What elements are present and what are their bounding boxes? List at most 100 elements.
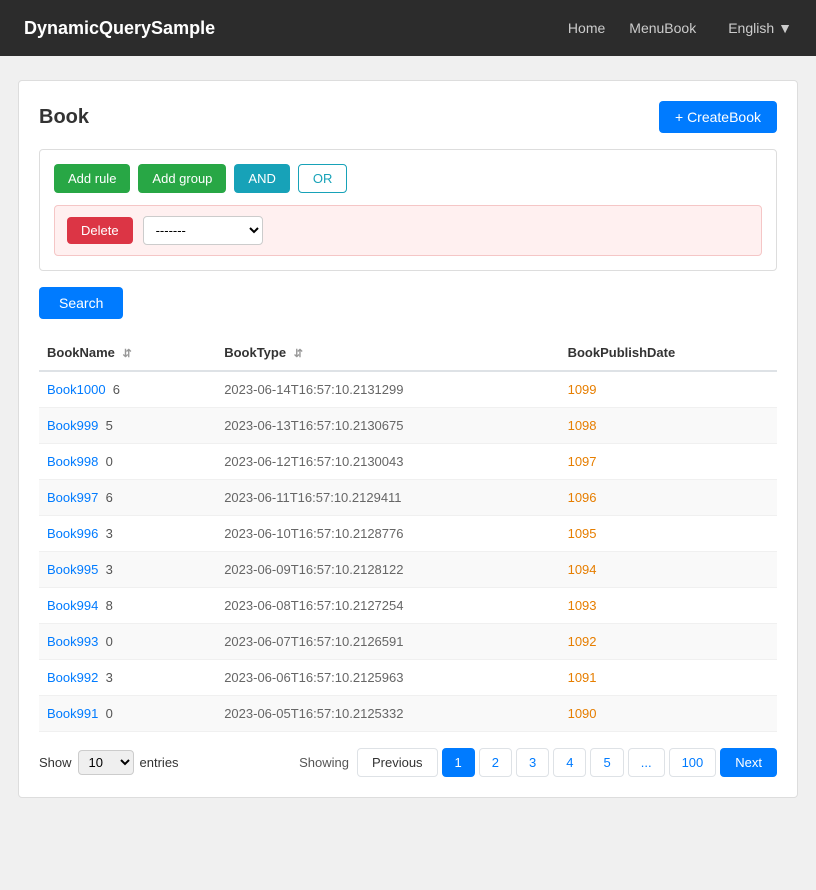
- cell-num: 3: [106, 526, 113, 541]
- bookname-link[interactable]: Book993: [47, 634, 98, 649]
- cell-bookname: Book1000 6: [39, 371, 216, 408]
- cell-booktype: 2023-06-11T16:57:10.2129411: [216, 480, 559, 516]
- page-5-button[interactable]: 5: [590, 748, 623, 777]
- cell-bookname: Book999 5: [39, 408, 216, 444]
- col-bookpublishdate-label: BookPublishDate: [568, 345, 676, 360]
- col-bookname[interactable]: BookName ⇵: [39, 335, 216, 371]
- cell-bookpublishdate: 1099: [560, 371, 777, 408]
- cell-bookname: Book995 3: [39, 552, 216, 588]
- cell-bookname: Book993 0: [39, 624, 216, 660]
- cell-booktype: 2023-06-09T16:57:10.2128122: [216, 552, 559, 588]
- table-row: Book994 8 2023-06-08T16:57:10.2127254 10…: [39, 588, 777, 624]
- table-row: Book998 0 2023-06-12T16:57:10.2130043 10…: [39, 444, 777, 480]
- navbar: DynamicQuerySample Home MenuBook English…: [0, 0, 816, 56]
- nav-home[interactable]: Home: [568, 20, 605, 36]
- cell-bookpublishdate: 1094: [560, 552, 777, 588]
- col-booktype-label: BookType: [224, 345, 286, 360]
- bookname-link[interactable]: Book991: [47, 706, 98, 721]
- cell-num: 0: [106, 706, 113, 721]
- filter-box: Add rule Add group AND OR Delete -------: [39, 149, 777, 271]
- cell-num: 6: [113, 382, 120, 397]
- navbar-links: Home MenuBook: [568, 20, 696, 36]
- cell-bookname: Book998 0: [39, 444, 216, 480]
- col-bookname-label: BookName: [47, 345, 115, 360]
- cell-booktype: 2023-06-13T16:57:10.2130675: [216, 408, 559, 444]
- bookname-link[interactable]: Book997: [47, 490, 98, 505]
- cell-bookname: Book996 3: [39, 516, 216, 552]
- table-row: Book995 3 2023-06-09T16:57:10.2128122 10…: [39, 552, 777, 588]
- cell-booktype: 2023-06-14T16:57:10.2131299: [216, 371, 559, 408]
- table-row: Book993 0 2023-06-07T16:57:10.2126591 10…: [39, 624, 777, 660]
- rule-field-select[interactable]: -------: [143, 216, 263, 245]
- language-selector[interactable]: English ▼: [728, 20, 792, 36]
- table-header: BookName ⇵ BookType ⇵ BookPublishDate: [39, 335, 777, 371]
- page-100-button[interactable]: 100: [669, 748, 717, 777]
- table-header-row: BookName ⇵ BookType ⇵ BookPublishDate: [39, 335, 777, 371]
- cell-booktype: 2023-06-06T16:57:10.2125963: [216, 660, 559, 696]
- showing-label: Showing: [299, 755, 349, 770]
- page-4-button[interactable]: 4: [553, 748, 586, 777]
- bookname-link[interactable]: Book1000: [47, 382, 106, 397]
- table-row: Book999 5 2023-06-13T16:57:10.2130675 10…: [39, 408, 777, 444]
- table-row: Book1000 6 2023-06-14T16:57:10.2131299 1…: [39, 371, 777, 408]
- navbar-brand: DynamicQuerySample: [24, 18, 215, 39]
- bookname-link[interactable]: Book998: [47, 454, 98, 469]
- table-row: Book992 3 2023-06-06T16:57:10.2125963 10…: [39, 660, 777, 696]
- cell-num: 6: [106, 490, 113, 505]
- rule-row: Delete -------: [54, 205, 762, 256]
- bookname-link[interactable]: Book992: [47, 670, 98, 685]
- cell-num: 3: [106, 562, 113, 577]
- add-rule-button[interactable]: Add rule: [54, 164, 130, 193]
- bookname-link[interactable]: Book995: [47, 562, 98, 577]
- cell-bookpublishdate: 1097: [560, 444, 777, 480]
- cell-bookname: Book997 6: [39, 480, 216, 516]
- entries-label: entries: [140, 755, 179, 770]
- cell-bookpublishdate: 1098: [560, 408, 777, 444]
- create-book-button[interactable]: + CreateBook: [659, 101, 777, 133]
- or-button[interactable]: OR: [298, 164, 348, 193]
- pagination-controls: Previous 1 2 3 4 5 ... 100 Next: [357, 748, 777, 777]
- col-bookpublishdate: BookPublishDate: [560, 335, 777, 371]
- cell-bookpublishdate: 1096: [560, 480, 777, 516]
- cell-bookpublishdate: 1091: [560, 660, 777, 696]
- bookname-link[interactable]: Book994: [47, 598, 98, 613]
- language-label: English: [728, 20, 774, 36]
- page-ellipsis: ...: [628, 748, 665, 777]
- entries-select[interactable]: 10 25 50 100: [78, 750, 134, 775]
- table-row: Book997 6 2023-06-11T16:57:10.2129411 10…: [39, 480, 777, 516]
- cell-booktype: 2023-06-08T16:57:10.2127254: [216, 588, 559, 624]
- cell-bookpublishdate: 1093: [560, 588, 777, 624]
- books-table: BookName ⇵ BookType ⇵ BookPublishDate Bo…: [39, 335, 777, 732]
- cell-bookname: Book992 3: [39, 660, 216, 696]
- search-button[interactable]: Search: [39, 287, 123, 319]
- cell-bookname: Book994 8: [39, 588, 216, 624]
- pagination-row: Show 10 25 50 100 entries Showing Previo…: [39, 748, 777, 777]
- show-label: Show: [39, 755, 72, 770]
- add-group-button[interactable]: Add group: [138, 164, 226, 193]
- page-3-button[interactable]: 3: [516, 748, 549, 777]
- page-title: Book: [39, 106, 89, 129]
- next-button[interactable]: Next: [720, 748, 777, 777]
- chevron-down-icon: ▼: [778, 20, 792, 36]
- cell-bookname: Book991 0: [39, 696, 216, 732]
- previous-button[interactable]: Previous: [357, 748, 438, 777]
- page-2-button[interactable]: 2: [479, 748, 512, 777]
- cell-booktype: 2023-06-10T16:57:10.2128776: [216, 516, 559, 552]
- col-booktype[interactable]: BookType ⇵: [216, 335, 559, 371]
- nav-menubook[interactable]: MenuBook: [629, 20, 696, 36]
- cell-num: 8: [106, 598, 113, 613]
- main-container: Book + CreateBook Add rule Add group AND…: [18, 80, 798, 798]
- cell-booktype: 2023-06-07T16:57:10.2126591: [216, 624, 559, 660]
- cell-num: 3: [106, 670, 113, 685]
- table-row: Book996 3 2023-06-10T16:57:10.2128776 10…: [39, 516, 777, 552]
- delete-rule-button[interactable]: Delete: [67, 217, 133, 244]
- page-header: Book + CreateBook: [39, 101, 777, 133]
- bookname-link[interactable]: Book999: [47, 418, 98, 433]
- bookname-link[interactable]: Book996: [47, 526, 98, 541]
- table-body: Book1000 6 2023-06-14T16:57:10.2131299 1…: [39, 371, 777, 732]
- page-1-button[interactable]: 1: [442, 748, 475, 777]
- and-button[interactable]: AND: [234, 164, 289, 193]
- cell-bookpublishdate: 1092: [560, 624, 777, 660]
- cell-bookpublishdate: 1090: [560, 696, 777, 732]
- sort-icon-booktype: ⇵: [294, 348, 303, 360]
